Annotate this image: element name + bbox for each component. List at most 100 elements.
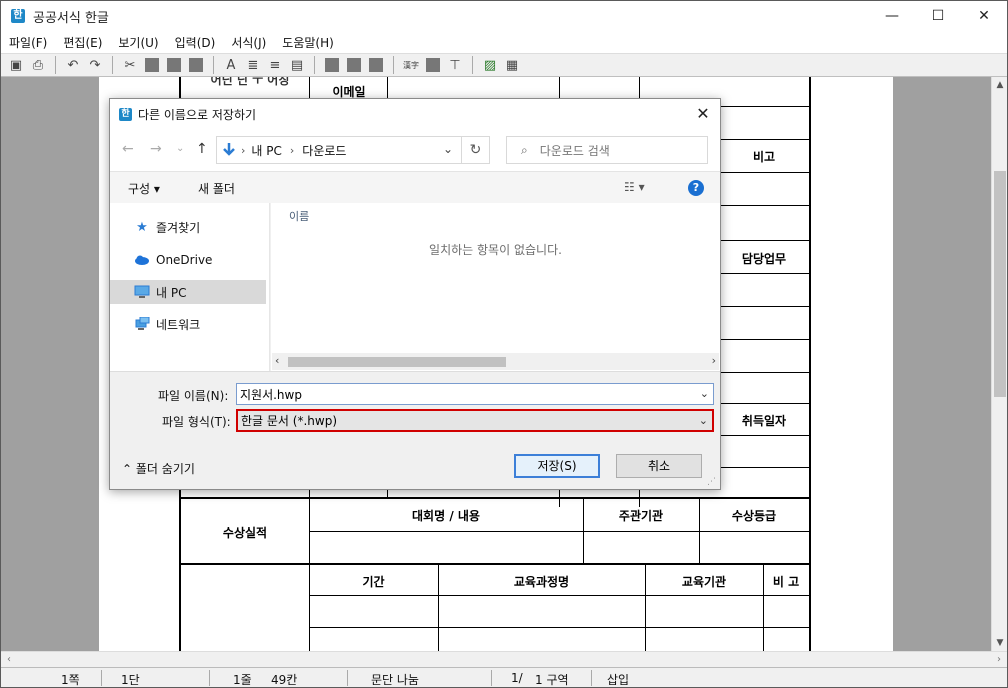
menu-help[interactable]: 도움말(H)	[274, 34, 342, 51]
table-style-icon[interactable]: ▤	[288, 57, 306, 73]
memo-icon[interactable]: ⊤	[446, 57, 464, 73]
file-list-pane[interactable]: 이름 일치하는 항목이 없습니다.	[271, 203, 720, 371]
copy-icon[interactable]	[143, 57, 161, 73]
toolbar-separator	[112, 56, 113, 74]
maximize-button[interactable]: ☐	[915, 1, 961, 31]
column-header-name[interactable]: 이름	[289, 208, 309, 224]
nav-item-label: 네트워크	[156, 317, 201, 332]
insert-box-3-icon[interactable]	[367, 57, 385, 73]
insert-box-1-icon[interactable]	[323, 57, 341, 73]
vertical-scrollbar[interactable]: ▲ ▼	[991, 77, 1007, 651]
menu-file[interactable]: 파일(F)	[1, 34, 55, 51]
nav-item-this-pc[interactable]: 내 PC	[110, 280, 266, 304]
cut-icon[interactable]: ✂	[121, 57, 139, 73]
toolbar-separator	[314, 56, 315, 74]
minimize-button[interactable]: —	[869, 1, 915, 31]
scroll-down-icon[interactable]: ▼	[992, 635, 1008, 651]
toolbar-separator	[472, 56, 473, 74]
file-name-value: 지원서.hwp	[240, 387, 302, 402]
scroll-right-icon[interactable]: ›	[991, 652, 1007, 668]
cell-grade: 수상등급	[731, 509, 777, 523]
print-icon[interactable]: ⎙	[29, 57, 47, 73]
status-bar: 1쪽 1단 1줄 49칸 문단 나눔 1/ 1 구역 삽입	[1, 667, 1007, 687]
cell-award: 수상실적	[222, 526, 268, 540]
breadcrumb-this-pc[interactable]: 내 PC	[251, 142, 281, 159]
scroll-up-icon[interactable]: ▲	[992, 77, 1008, 93]
format-paint-icon[interactable]	[187, 57, 205, 73]
help-icon[interactable]: ?	[688, 180, 704, 196]
nav-item-favorites[interactable]: ★ 즐겨찾기	[110, 215, 266, 239]
menu-format[interactable]: 서식(J)	[223, 34, 274, 51]
file-type-value: 한글 문서 (*.hwp)	[241, 414, 338, 428]
status-column: 49칸	[271, 673, 298, 687]
download-arrow-icon	[223, 143, 235, 156]
dialog-close-button[interactable]: ✕	[692, 103, 714, 125]
search-box[interactable]: ⌕ 다운로드 검색	[506, 136, 708, 164]
redo-icon[interactable]: ↷	[86, 57, 104, 73]
vertical-scroll-thumb[interactable]	[994, 171, 1006, 397]
insert-table-icon[interactable]: ▦	[503, 57, 521, 73]
scroll-right-icon[interactable]: ›	[712, 354, 716, 367]
hide-folders-toggle[interactable]: ⌃ 폴더 숨기기	[122, 460, 195, 477]
menu-edit[interactable]: 편집(E)	[55, 34, 110, 51]
dialog-nav-row: ← → ⌄ ↑ › 내 PC › 다운로드 ⌄ ↻ ⌕ 다운로드 검색	[110, 129, 720, 171]
resize-grip-icon[interactable]: ⋰	[707, 477, 716, 487]
file-type-select[interactable]: 한글 문서 (*.hwp) ⌄	[236, 409, 714, 432]
view-options-icon[interactable]: ☷ ▾	[624, 180, 645, 194]
organize-button[interactable]: 구성 ▾	[128, 180, 160, 197]
address-bar[interactable]: › 내 PC › 다운로드 ⌄	[216, 136, 462, 164]
save-button[interactable]: 저장(S)	[514, 454, 600, 478]
file-list-scroll-thumb[interactable]	[288, 357, 506, 367]
close-button[interactable]: ✕	[961, 1, 1007, 31]
new-folder-button[interactable]: 새 폴더	[198, 180, 235, 197]
nav-item-label: OneDrive	[156, 253, 213, 267]
cell-duty: 담당업무	[741, 252, 787, 266]
recent-dropdown-icon[interactable]: ⌄	[176, 143, 184, 154]
cancel-button[interactable]: 취소	[616, 454, 702, 478]
refresh-button[interactable]: ↻	[462, 136, 490, 164]
up-arrow-icon[interactable]: ↑	[196, 141, 208, 157]
address-dropdown-icon[interactable]: ⌄	[443, 142, 453, 156]
menu-insert[interactable]: 입력(D)	[167, 34, 224, 51]
file-name-input[interactable]: 지원서.hwp ⌄	[236, 383, 714, 405]
navigation-pane: ★ 즐겨찾기 OneDrive 내 PC 네트워크	[110, 203, 270, 371]
app-window: 한 공공서식 한글 — ☐ ✕ 파일(F) 편집(E) 보기(U) 입력(D) …	[0, 0, 1008, 688]
status-column-section: 1단	[121, 673, 140, 687]
breadcrumb-separator-icon: ›	[241, 143, 246, 157]
insert-picture-icon[interactable]: ▨	[481, 57, 499, 73]
hanja-icon[interactable]: 漢字	[402, 57, 420, 73]
para-shape-icon[interactable]: ≣	[244, 57, 262, 73]
print-preview-icon[interactable]: ▣	[7, 57, 25, 73]
status-sections: 1/	[511, 671, 523, 685]
style-icon[interactable]: ≡	[266, 57, 284, 73]
forward-arrow-icon[interactable]: →	[150, 141, 162, 157]
back-arrow-icon[interactable]: ←	[122, 141, 134, 157]
nav-item-label: 내 PC	[156, 285, 187, 300]
scroll-left-icon[interactable]: ‹	[275, 354, 279, 367]
file-type-label: 파일 형식(T):	[162, 415, 231, 429]
nav-item-onedrive[interactable]: OneDrive	[110, 248, 266, 272]
chevron-down-icon[interactable]: ⌄	[699, 414, 708, 427]
file-name-label: 파일 이름(N):	[158, 389, 229, 403]
cell-note: 비고	[752, 150, 776, 164]
save-as-dialog: 한 다른 이름으로 저장하기 ✕ ← → ⌄ ↑ › 내 PC › 다운로드 ⌄…	[109, 98, 721, 490]
menu-view[interactable]: 보기(U)	[110, 34, 166, 51]
cell-institution: 교육기관	[681, 575, 727, 589]
cloud-icon	[134, 253, 150, 267]
horizontal-scrollbar[interactable]: ‹ ›	[1, 651, 1007, 667]
chevron-up-icon: ⌃	[122, 462, 133, 476]
breadcrumb-downloads[interactable]: 다운로드	[302, 142, 346, 159]
char-shape-icon[interactable]: A	[222, 57, 240, 73]
insert-box-2-icon[interactable]	[345, 57, 363, 73]
note-icon[interactable]	[424, 57, 442, 73]
status-paragraph: 문단 나눔	[371, 673, 419, 687]
chevron-down-icon[interactable]: ⌄	[700, 387, 709, 400]
dialog-title-bar: 한 다른 이름으로 저장하기 ✕	[110, 99, 720, 129]
nav-item-network[interactable]: 네트워크	[110, 312, 266, 336]
scroll-left-icon[interactable]: ‹	[1, 652, 17, 668]
title-bar: 한 공공서식 한글 — ☐ ✕	[1, 1, 1007, 31]
paste-icon[interactable]	[165, 57, 183, 73]
file-list-hscrollbar[interactable]: ‹ ›	[272, 353, 719, 370]
search-placeholder: 다운로드 검색	[539, 143, 610, 158]
undo-icon[interactable]: ↶	[64, 57, 82, 73]
